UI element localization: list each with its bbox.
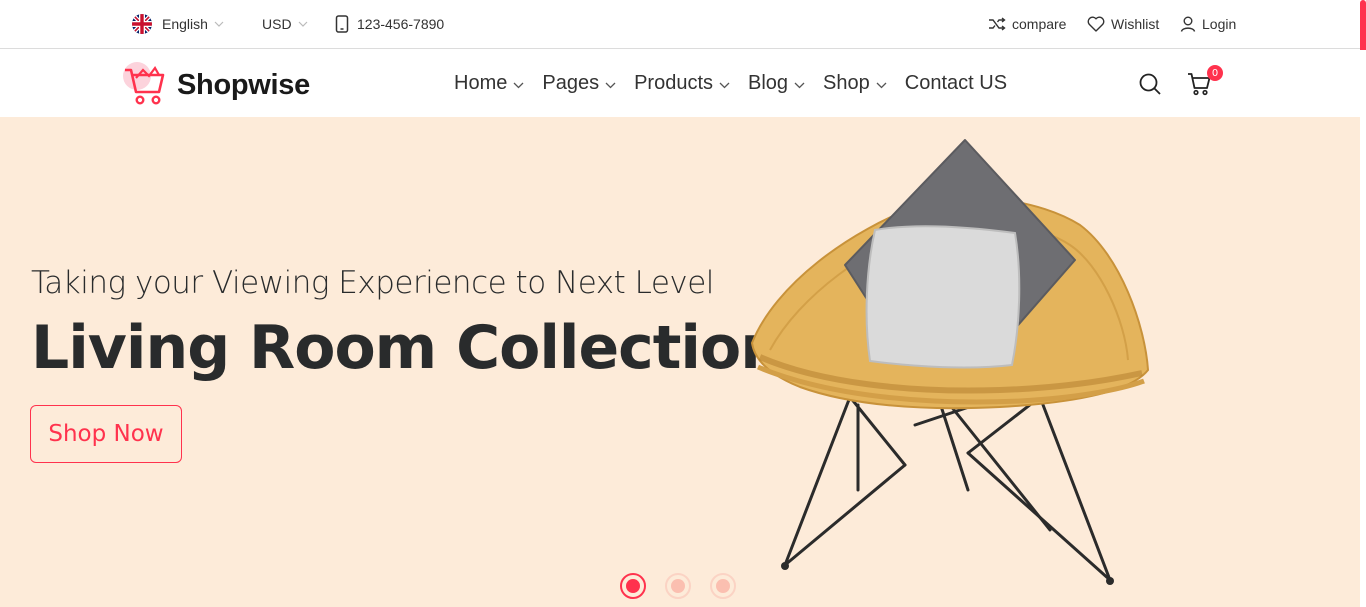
shop-now-button[interactable]: Shop Now [30,405,182,463]
compare-link[interactable]: compare [988,0,1066,48]
brand-name: Shopwise [177,69,310,101]
hero-slider: Taking your Viewing Experience to Next L… [0,117,1360,607]
nav-item-label: Contact US [904,72,1008,94]
nav-item-blog[interactable]: Blog [748,72,805,95]
chevron-down-icon [214,21,224,28]
search-icon[interactable] [1138,72,1162,101]
chevron-down-icon [876,72,887,95]
phone-number: 123-456-7890 [357,16,445,32]
language-selector[interactable]: English [132,0,224,48]
currency-selector[interactable]: USD [262,0,308,48]
slide-dot-2[interactable] [665,573,691,599]
nav-item-products[interactable]: Products [634,72,730,95]
mobile-phone-icon [335,15,357,33]
slide-dot-3[interactable] [710,573,736,599]
nav-item-label: Products [634,72,714,94]
nav-item-shop[interactable]: Shop [823,72,887,95]
uk-flag-icon [132,14,152,34]
shuffle-icon [988,17,1012,31]
language-label: English [162,16,208,32]
slide-dot-1[interactable] [620,573,646,599]
hero-title: Living Room Collection [31,313,783,383]
chevron-down-icon [605,72,616,95]
site-logo[interactable]: Shopwise [121,58,310,113]
login-label: Login [1202,16,1237,32]
nav-item-contact[interactable]: Contact US [905,72,1007,95]
phone-contact: 123-456-7890 [335,0,444,48]
chair-image [740,135,1160,595]
nav-item-label: Pages [542,72,600,94]
top-bar: English USD 123-456-7890 compare Wishlis… [0,0,1366,49]
nav-item-pages[interactable]: Pages [542,72,616,95]
hero-subtitle: Taking your Viewing Experience to Next L… [31,265,714,301]
slider-dots [620,573,755,599]
chevron-down-icon [719,72,730,95]
compare-label: compare [1012,16,1067,32]
user-icon [1180,16,1202,32]
wishlist-label: Wishlist [1111,16,1160,32]
chevron-down-icon [298,21,308,28]
chevron-down-icon [794,72,805,95]
login-link[interactable]: Login [1180,0,1236,48]
currency-label: USD [262,16,292,32]
cart-count-badge: 0 [1207,65,1223,81]
wishlist-link[interactable]: Wishlist [1087,0,1159,48]
nav-item-label: Shop [823,72,870,94]
logo-cart-icon [121,58,169,113]
nav-item-home[interactable]: Home [454,72,524,95]
chevron-down-icon [513,72,524,95]
nav-item-label: Blog [748,72,789,94]
heart-icon [1087,16,1111,32]
main-header: Shopwise Home Pages Products Blog Shop C… [0,50,1366,117]
nav-item-label: Home [454,72,508,94]
main-nav: Home Pages Products Blog Shop Contact US [454,50,1007,117]
